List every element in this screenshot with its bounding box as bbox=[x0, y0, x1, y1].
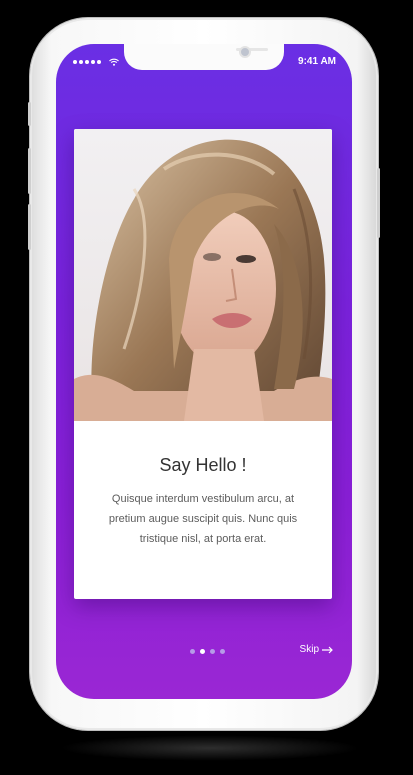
page-indicator bbox=[190, 649, 225, 654]
skip-button[interactable]: Skip bbox=[300, 644, 334, 655]
signal-dots-icon bbox=[73, 60, 101, 64]
phone-shadow bbox=[60, 735, 360, 761]
front-camera bbox=[239, 46, 251, 58]
onboarding-card: Say Hello ! Quisque interdum vestibulum … bbox=[74, 129, 332, 599]
page-dot-2-active[interactable] bbox=[200, 649, 205, 654]
arrow-right-icon bbox=[322, 646, 333, 653]
mute-switch bbox=[28, 102, 31, 126]
notch bbox=[124, 44, 284, 70]
skip-label: Skip bbox=[299, 644, 319, 655]
page-dot-4[interactable] bbox=[220, 649, 225, 654]
page-dot-1[interactable] bbox=[190, 649, 195, 654]
volume-down-button bbox=[28, 204, 31, 250]
power-button bbox=[377, 168, 380, 238]
status-time: 9:41 AM bbox=[298, 56, 336, 67]
phone-screen: 9:41 AM Say Hello ! Quisque interdum ves… bbox=[56, 44, 352, 699]
page-dot-3[interactable] bbox=[210, 649, 215, 654]
onboarding-title: Say Hello ! bbox=[159, 455, 247, 475]
status-signal bbox=[73, 58, 119, 66]
profile-photo bbox=[74, 129, 332, 421]
wifi-icon bbox=[109, 58, 119, 66]
volume-up-button bbox=[28, 148, 31, 194]
onboarding-description: Quisque interdum vestibulum arcu, at pre… bbox=[108, 493, 298, 545]
